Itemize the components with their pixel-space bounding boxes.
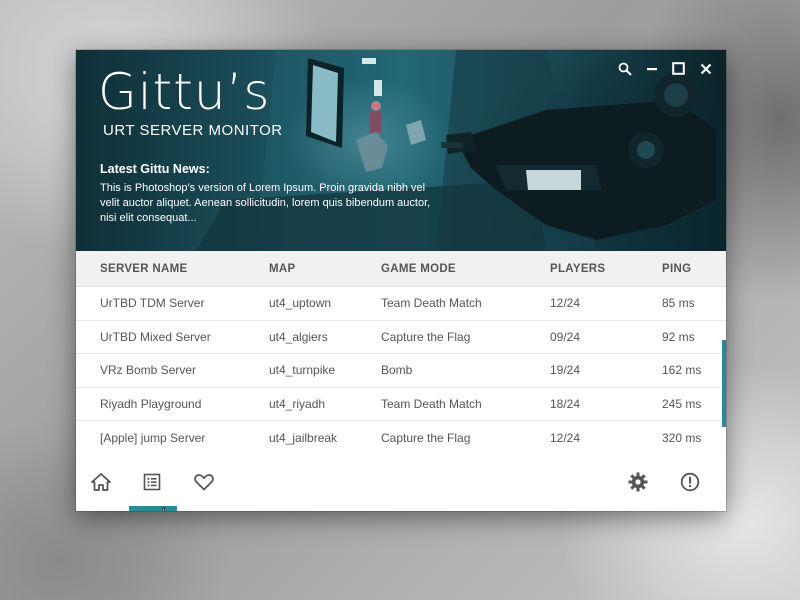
table-row[interactable]: Riyadh Playground ut4_riyadh Team Death … bbox=[76, 387, 726, 422]
column-header-players[interactable]: PLAYERS bbox=[550, 263, 662, 275]
game-mode-cell: Capture the Flag bbox=[381, 430, 471, 445]
minimize-icon[interactable] bbox=[643, 60, 660, 77]
home-icon[interactable] bbox=[89, 471, 113, 493]
table-row[interactable]: [Apple] jump Server ut4_jailbreak Captur… bbox=[76, 421, 726, 455]
ping-cell: 245 ms bbox=[662, 397, 702, 412]
info-icon[interactable] bbox=[678, 471, 702, 493]
heart-icon[interactable] bbox=[192, 471, 216, 493]
server-name-cell: UrTBD TDM Server bbox=[100, 296, 205, 311]
map-cell: ut4_uptown bbox=[269, 296, 332, 311]
news-heading: Latest Gittu News: bbox=[100, 162, 210, 176]
server-name-cell: [Apple] jump Server bbox=[100, 430, 206, 445]
players-cell: 09/24 bbox=[550, 329, 581, 344]
maximize-icon[interactable] bbox=[670, 60, 687, 77]
table-row[interactable]: VRz Bomb Server ut4_turnpike Bomb 19/24 … bbox=[76, 354, 726, 388]
game-mode-cell: Team Death Match bbox=[381, 296, 482, 311]
table-row[interactable]: UrTBD TDM Server ut4_uptown Team Death M… bbox=[76, 287, 726, 321]
players-cell: 18/24 bbox=[550, 397, 581, 412]
bottom-nav bbox=[76, 453, 726, 511]
table-row[interactable]: UrTBD Mixed Server ut4_algiers Capture t… bbox=[76, 320, 726, 355]
server-name-cell: UrTBD Mixed Server bbox=[100, 329, 211, 344]
gear-icon[interactable] bbox=[626, 471, 650, 493]
table-header: SERVER NAME MAP GAME MODE PLAYERS PING bbox=[76, 251, 726, 287]
map-cell: ut4_riyadh bbox=[269, 397, 326, 412]
map-cell: ut4_algiers bbox=[269, 329, 328, 344]
list-icon[interactable] bbox=[140, 471, 164, 493]
app-window: Gittu’s URT SERVER MONITOR Latest Gittu … bbox=[76, 50, 726, 511]
players-cell: 12/24 bbox=[550, 296, 581, 311]
players-cell: 12/24 bbox=[550, 430, 581, 445]
map-cell: ut4_turnpike bbox=[269, 363, 336, 378]
app-subtitle: URT SERVER MONITOR bbox=[103, 122, 283, 139]
column-header-ping[interactable]: PING bbox=[662, 263, 722, 275]
server-table: SERVER NAME MAP GAME MODE PLAYERS PING U… bbox=[76, 251, 726, 455]
search-icon[interactable] bbox=[616, 60, 633, 77]
game-mode-cell: Capture the Flag bbox=[381, 329, 471, 344]
ping-cell: 92 ms bbox=[662, 329, 695, 344]
hand-cursor-icon bbox=[162, 507, 166, 511]
game-mode-cell: Team Death Match bbox=[381, 397, 482, 412]
server-name-cell: VRz Bomb Server bbox=[100, 363, 197, 378]
app-title: Gittu’s bbox=[98, 63, 271, 121]
ping-cell: 162 ms bbox=[662, 363, 702, 378]
close-icon[interactable] bbox=[697, 60, 714, 77]
header-banner: Gittu’s URT SERVER MONITOR Latest Gittu … bbox=[76, 50, 726, 251]
players-cell: 19/24 bbox=[550, 363, 581, 378]
column-header-game-mode[interactable]: GAME MODE bbox=[381, 263, 550, 275]
news-body: This is Photoshop’s version of Lorem Ips… bbox=[100, 182, 431, 224]
ping-cell: 320 ms bbox=[662, 430, 702, 445]
table-scrollbar[interactable] bbox=[722, 340, 726, 427]
window-controls bbox=[616, 60, 714, 77]
game-mode-cell: Bomb bbox=[381, 363, 413, 378]
column-header-map[interactable]: MAP bbox=[269, 263, 381, 275]
map-cell: ut4_jailbreak bbox=[269, 430, 338, 445]
server-name-cell: Riyadh Playground bbox=[100, 397, 202, 412]
ping-cell: 85 ms bbox=[662, 296, 695, 311]
column-header-server-name[interactable]: SERVER NAME bbox=[100, 263, 269, 275]
